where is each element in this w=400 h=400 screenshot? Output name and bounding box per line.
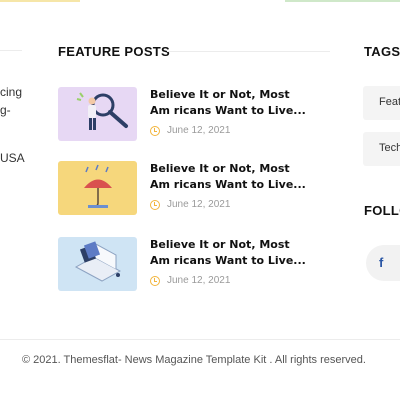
clock-icon [150, 199, 160, 210]
feature-post-item[interactable]: Believe It or Not, Most Am ricans Want t… [58, 161, 348, 215]
tag-item[interactable]: Tech [363, 132, 400, 166]
umbrella-rain-icon [84, 164, 112, 208]
footer-divider [0, 339, 400, 340]
post-title[interactable]: Believe It or Not, Most Am ricans Want t… [150, 161, 310, 193]
post-thumbnail[interactable] [58, 161, 137, 215]
clock-icon [150, 275, 160, 286]
top-decor-strip [285, 0, 400, 2]
tag-item[interactable]: Feat [363, 86, 400, 120]
post-title[interactable]: Believe It or Not, Most Am ricans Want t… [150, 87, 310, 119]
laptop-cards-icon [74, 241, 122, 282]
top-decor-strip [0, 0, 80, 2]
left-column-text[interactable]: cing [0, 85, 22, 99]
left-section-rule [0, 50, 22, 51]
post-meta: June 12, 2021 [150, 199, 230, 210]
post-meta: June 12, 2021 [150, 275, 230, 286]
post-thumbnail[interactable] [58, 87, 137, 141]
post-meta: June 12, 2021 [150, 125, 230, 136]
post-date: June 12, 2021 [167, 199, 231, 210]
post-date: June 12, 2021 [167, 125, 231, 136]
post-thumbnail[interactable] [58, 237, 137, 291]
feature-post-item[interactable]: Believe It or Not, Most Am ricans Want t… [58, 87, 348, 141]
feature-posts-heading: FEATURE POSTS [58, 44, 171, 59]
facebook-icon: f [379, 255, 384, 270]
clock-icon [150, 125, 160, 136]
tags-heading: TAGS [364, 44, 400, 59]
left-column-text[interactable]: g- [0, 103, 11, 117]
facebook-button[interactable]: f [366, 245, 400, 281]
person-with-magnifier-icon [76, 92, 128, 130]
follow-heading: FOLLO [364, 203, 400, 218]
feature-post-item[interactable]: Believe It or Not, Most Am ricans Want t… [58, 237, 348, 291]
footer-copyright: © 2021. Themesflat- News Magazine Templa… [22, 354, 366, 366]
post-date: June 12, 2021 [167, 275, 231, 286]
post-title[interactable]: Believe It or Not, Most Am ricans Want t… [150, 237, 310, 269]
left-column-text[interactable]: USA [0, 151, 25, 165]
section-rule [167, 51, 330, 52]
